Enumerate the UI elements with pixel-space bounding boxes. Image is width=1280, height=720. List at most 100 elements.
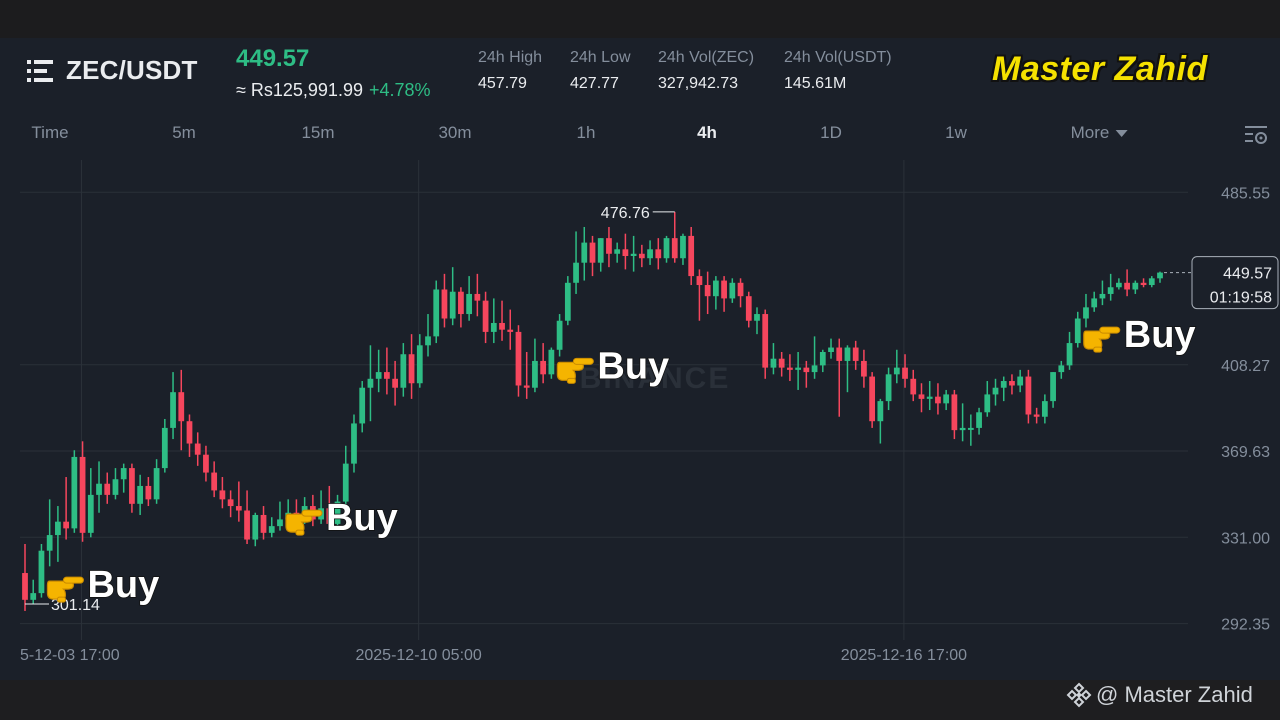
hand-thumb xyxy=(1093,346,1103,353)
candle-body-down xyxy=(737,282,744,297)
candle-body-up xyxy=(170,392,176,428)
candle-body-up xyxy=(1017,376,1024,386)
candle-body-up xyxy=(1099,293,1106,299)
y-tick-label: 408.27 xyxy=(1221,358,1270,375)
candle-body-down xyxy=(507,329,514,332)
candle-body-up xyxy=(597,238,604,263)
candle-body-up xyxy=(893,367,900,375)
candle-body-down xyxy=(861,360,867,377)
candle-body-up xyxy=(680,235,686,259)
hand-finger xyxy=(572,357,594,365)
candle-body-up xyxy=(38,550,45,594)
candlestick-chart[interactable]: BINANCE 292.35331.00369.63408.27485.555-… xyxy=(0,0,1280,720)
buy-label: Buy xyxy=(1124,314,1196,356)
candle-body-down xyxy=(910,378,917,395)
candle-body-down xyxy=(1009,381,1015,386)
candle-body-down xyxy=(745,296,752,321)
candle-body-up xyxy=(55,521,61,536)
pointing-hand-icon xyxy=(1083,326,1121,353)
candle-body-down xyxy=(515,331,522,386)
candle-body-up xyxy=(449,291,456,319)
candle-body-up xyxy=(992,387,999,395)
buy-label: Buy xyxy=(597,345,669,387)
footer-credit-text: @ Master Zahid xyxy=(1096,682,1253,707)
candle-body-up xyxy=(120,468,127,480)
candle-body-down xyxy=(244,510,250,540)
candle-body-up xyxy=(71,456,78,529)
candle-body-up xyxy=(359,387,366,424)
candle-body-down xyxy=(1033,414,1040,417)
hand-palm xyxy=(1083,330,1111,350)
candle-body-down xyxy=(721,280,727,299)
candle-body-up xyxy=(984,394,991,413)
candle-body-up xyxy=(1000,381,1007,388)
candle-body-up xyxy=(268,526,275,533)
candle-body-down xyxy=(836,347,843,361)
y-tick-label: 369.63 xyxy=(1221,444,1270,461)
candle-body-up xyxy=(581,242,588,263)
candle-body-up xyxy=(1148,278,1155,286)
buy-annotation: Buy xyxy=(556,345,670,388)
buy-label: Buy xyxy=(326,497,398,539)
candle-body-up xyxy=(967,427,974,430)
pointing-hand-icon xyxy=(285,509,323,536)
hand-thumb xyxy=(56,596,66,603)
y-tick-label: 292.35 xyxy=(1221,617,1270,634)
hand-palm xyxy=(285,513,313,533)
candle-body-up xyxy=(96,483,102,495)
candle-countdown: 01:19:58 xyxy=(1210,290,1272,307)
candle-body-up xyxy=(532,360,538,388)
candle-body-up xyxy=(1107,287,1114,294)
candle-body-down xyxy=(803,367,810,373)
candle-body-up xyxy=(630,253,637,256)
candle-body-up xyxy=(647,249,653,259)
candle-body-down xyxy=(129,468,135,504)
candle-body-up xyxy=(754,314,760,321)
candle-body-down xyxy=(622,249,629,256)
candle-body-up xyxy=(425,336,431,346)
candle-body-down xyxy=(235,506,242,511)
candle-body-up xyxy=(490,322,497,332)
candle-body-up xyxy=(1074,318,1081,344)
candle-body-up xyxy=(1115,282,1122,288)
candle-body-up xyxy=(976,412,982,428)
candle-body-up xyxy=(112,479,119,495)
candle-body-up xyxy=(795,367,801,370)
binance-logo-icon xyxy=(1066,682,1092,708)
candle-body-down xyxy=(79,456,86,533)
candle-body-down xyxy=(1025,376,1032,415)
candle-body-down xyxy=(22,573,28,600)
candle-body-up xyxy=(663,238,670,259)
candle-body-down xyxy=(392,378,398,388)
candle-body-up xyxy=(819,352,826,366)
candle-body-down xyxy=(540,360,547,375)
candle-body-down xyxy=(869,376,876,422)
hand-thumb xyxy=(566,377,576,384)
candle-body-down xyxy=(203,454,209,473)
candle-body-down xyxy=(260,514,267,533)
candle-body-up xyxy=(342,463,349,502)
candle-body-up xyxy=(1050,372,1056,402)
candle-body-up xyxy=(351,423,357,464)
candle-body-up xyxy=(1041,401,1048,417)
candle-body-up xyxy=(548,349,555,375)
max-price-label: 476.76 xyxy=(601,205,650,222)
candle-body-down xyxy=(178,392,185,422)
hand-finger xyxy=(62,576,84,584)
candle-body-down xyxy=(688,235,695,277)
candle-body-down xyxy=(589,242,596,263)
candle-body-down xyxy=(951,394,958,431)
candle-body-up xyxy=(1058,365,1065,373)
candle-body-up xyxy=(877,401,884,422)
candle-body-down xyxy=(696,276,703,286)
candle-body-down xyxy=(186,421,193,444)
buy-annotation: Buy xyxy=(1083,313,1196,357)
current-price-value: 449.57 xyxy=(1223,266,1272,283)
candle-body-down xyxy=(104,483,111,495)
candle-body-down xyxy=(219,490,226,500)
hand-finger xyxy=(1099,326,1121,334)
candle-body-up xyxy=(573,262,579,283)
candle-body-up xyxy=(30,593,37,600)
candle-body-down xyxy=(474,293,481,301)
candle-body-up xyxy=(161,427,168,469)
